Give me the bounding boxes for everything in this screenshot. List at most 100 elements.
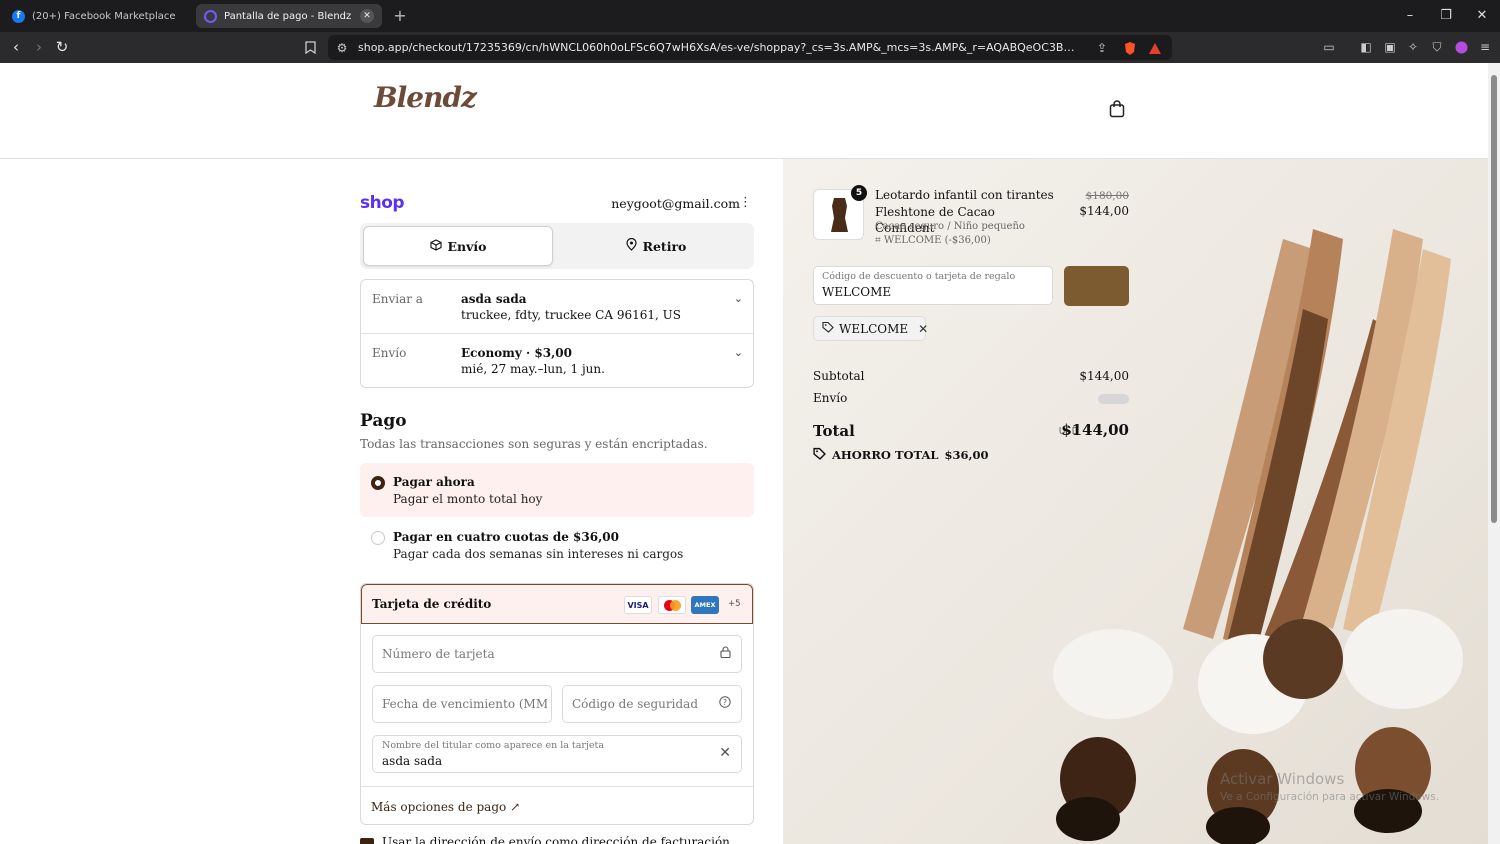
tab-title: Pantalla de pago - Blendz Apparel xyxy=(224,10,353,22)
tab-search-icon[interactable]: ▭ xyxy=(1321,39,1337,55)
total-row: Total USD $144,00 xyxy=(813,421,1129,440)
bookmark-icon[interactable] xyxy=(302,39,318,55)
applied-discount-code: WELCOME xyxy=(839,321,909,336)
credit-card-header[interactable]: Tarjeta de crédito VISA AMEX +5 xyxy=(361,584,753,624)
browser-tab-facebook[interactable]: f (20+) Facebook Marketplace | Facebook xyxy=(4,4,188,28)
brave-rewards-icon[interactable] xyxy=(1147,40,1163,56)
mastercard-icon xyxy=(658,596,686,614)
help-icon[interactable]: ? xyxy=(719,696,731,711)
savings-value: $36,00 xyxy=(944,448,989,462)
subtotal-row: Subtotal $144,00 xyxy=(813,369,1129,383)
wallet-icon[interactable]: ▣ xyxy=(1382,39,1398,55)
shipping-summary: Enviar a asda sada truckee, fdty, trucke… xyxy=(360,279,754,388)
total-label: Total xyxy=(813,422,855,440)
subtotal-label: Subtotal xyxy=(813,369,865,383)
brave-shields-icon[interactable] xyxy=(1122,40,1138,56)
more-payment-options[interactable]: Más opciones de pago ↗ xyxy=(361,786,753,824)
browser-tab-bar: f (20+) Facebook Marketplace | Facebook … xyxy=(0,0,1500,32)
expiry-field[interactable]: Fecha de vencimiento (MM / AA) xyxy=(372,685,552,723)
sidebar-icon[interactable]: ◧ xyxy=(1358,39,1374,55)
package-icon xyxy=(429,238,442,254)
share-icon[interactable]: ⇪ xyxy=(1094,40,1110,56)
store-logo[interactable]: Blendz xyxy=(374,81,477,114)
watermark-subtitle: Ve a Configuración para activar Windows. xyxy=(1220,791,1440,803)
total-value: $144,00 xyxy=(1061,421,1129,439)
shop-pay-logo: shop xyxy=(360,193,405,213)
site-settings-icon[interactable]: ⚙ xyxy=(334,40,350,56)
account-email: neygoot@gmail.com xyxy=(611,196,740,211)
cardholder-name-label: Nombre del titular como aparece en la ta… xyxy=(382,740,604,751)
total-savings: AHORRO TOTAL $36,00 xyxy=(813,447,988,463)
shipping-cost-label: Envío xyxy=(813,391,848,405)
payment-title: Pago xyxy=(360,411,407,431)
menu-icon[interactable]: ≡ xyxy=(1477,39,1493,55)
shipping-cost-row: Envío xyxy=(813,391,1129,405)
expiry-placeholder: Fecha de vencimiento (MM / AA) xyxy=(382,697,547,711)
tag-icon xyxy=(822,321,834,336)
windows-activation-watermark: Activar Windows Ve a Configuración para … xyxy=(1220,770,1439,803)
apply-discount-button[interactable] xyxy=(1064,266,1129,306)
reload-icon[interactable]: ↻ xyxy=(52,37,72,57)
discount-code-value: WELCOME xyxy=(822,285,892,299)
clear-icon[interactable]: ✕ xyxy=(719,745,731,761)
item-price: $144,00 xyxy=(1079,204,1129,218)
forward-icon[interactable]: › xyxy=(29,37,49,57)
security-code-field[interactable]: Código de seguridad ? xyxy=(562,685,742,723)
item-discount: ⌗ WELCOME (-$36,00) xyxy=(875,235,991,246)
close-window-icon[interactable]: ✕ xyxy=(1473,7,1491,25)
tag-icon xyxy=(813,447,826,463)
installments-radio[interactable] xyxy=(371,531,385,545)
restore-window-icon[interactable]: ❐ xyxy=(1437,7,1455,25)
item-original-price: $180,00 xyxy=(1085,190,1129,202)
installments-option[interactable]: Pagar en cuatro cuotas de $36,00 Pagar c… xyxy=(360,518,754,572)
dancers-background-photo xyxy=(1053,229,1463,844)
vpn-icon[interactable]: ⛉ xyxy=(1429,39,1445,55)
discount-code-field[interactable]: Código de descuento o tarjeta de regalo … xyxy=(813,266,1053,305)
shopping-bag-icon[interactable] xyxy=(1109,100,1129,122)
browser-tab-checkout[interactable]: Pantalla de pago - Blendz Apparel ✕ xyxy=(196,4,382,28)
shipping-method: Economy · $3,00 xyxy=(461,346,572,360)
payment-subtitle: Todas las transacciones son seguras y es… xyxy=(360,437,708,451)
leo-ai-icon[interactable]: ✧ xyxy=(1405,39,1421,55)
scrollbar-thumb[interactable] xyxy=(1491,75,1497,523)
card-number-field[interactable]: Número de tarjeta xyxy=(372,635,742,673)
address-bar[interactable]: ⚙ shop.app/checkout/17235369/cn/hWNCL060… xyxy=(328,35,1172,60)
account-menu-icon[interactable]: ⋮ xyxy=(739,195,752,210)
pay-now-radio[interactable] xyxy=(371,476,385,490)
tab-pickup[interactable]: Retiro xyxy=(561,226,751,266)
browser-toolbar: ‹ › ↻ ⚙ shop.app/checkout/17235369/cn/hW… xyxy=(0,32,1500,63)
checkout-form: shop neygoot@gmail.com ⋮ Envío Retiro En… xyxy=(360,159,754,844)
order-summary-panel: 5 Leotardo infantil con tirantes Fleshto… xyxy=(783,159,1488,844)
svg-text:?: ? xyxy=(723,698,727,707)
tab-shipping[interactable]: Envío xyxy=(363,226,553,266)
minimize-window-icon[interactable]: – xyxy=(1401,7,1419,25)
remove-discount-icon[interactable]: ✕ xyxy=(918,322,928,336)
shipping-label: Envío xyxy=(372,346,407,360)
shipping-method-row[interactable]: Envío Economy · $3,00 mié, 27 may.–lun, … xyxy=(361,333,753,387)
facebook-icon: f xyxy=(12,9,25,23)
page-scrollbar[interactable] xyxy=(1488,63,1500,844)
credit-card-section: Tarjeta de crédito VISA AMEX +5 Número d… xyxy=(360,583,754,825)
close-tab-icon[interactable]: ✕ xyxy=(360,9,374,23)
new-tab-button[interactable]: + xyxy=(392,6,408,26)
item-quantity-badge: 5 xyxy=(851,185,867,201)
more-payment-options-link[interactable]: Más opciones de pago ↗ xyxy=(371,800,520,814)
savings-label: AHORRO TOTAL xyxy=(832,448,939,462)
back-icon[interactable]: ‹ xyxy=(6,37,26,57)
shipping-cost-loading xyxy=(1098,394,1129,404)
ship-to-row[interactable]: Enviar a asda sada truckee, fdty, trucke… xyxy=(361,280,753,334)
billing-same-label: Usar la dirección de envío como direcció… xyxy=(382,835,730,844)
amex-icon: AMEX xyxy=(691,596,719,614)
tab-shipping-label: Envío xyxy=(447,238,487,254)
profile-icon[interactable] xyxy=(1453,39,1469,55)
item-variant: Cacao seguro / Niño pequeño xyxy=(875,221,1025,232)
ship-to-label: Enviar a xyxy=(372,292,423,306)
cardholder-name-field[interactable]: Nombre del titular como aparece en la ta… xyxy=(372,735,742,773)
chevron-down-icon: ⌄ xyxy=(733,292,743,305)
shipping-dates: mié, 27 may.–lun, 1 jun. xyxy=(461,362,605,376)
billing-same-checkbox[interactable] xyxy=(360,838,374,844)
checkout-page: Blendz shop neygoot@gmail.com ⋮ Envío Re… xyxy=(0,63,1488,844)
lock-icon xyxy=(720,646,731,661)
pay-now-option[interactable]: Pagar ahora Pagar el monto total hoy xyxy=(360,463,754,517)
credit-card-label: Tarjeta de crédito xyxy=(372,597,492,611)
